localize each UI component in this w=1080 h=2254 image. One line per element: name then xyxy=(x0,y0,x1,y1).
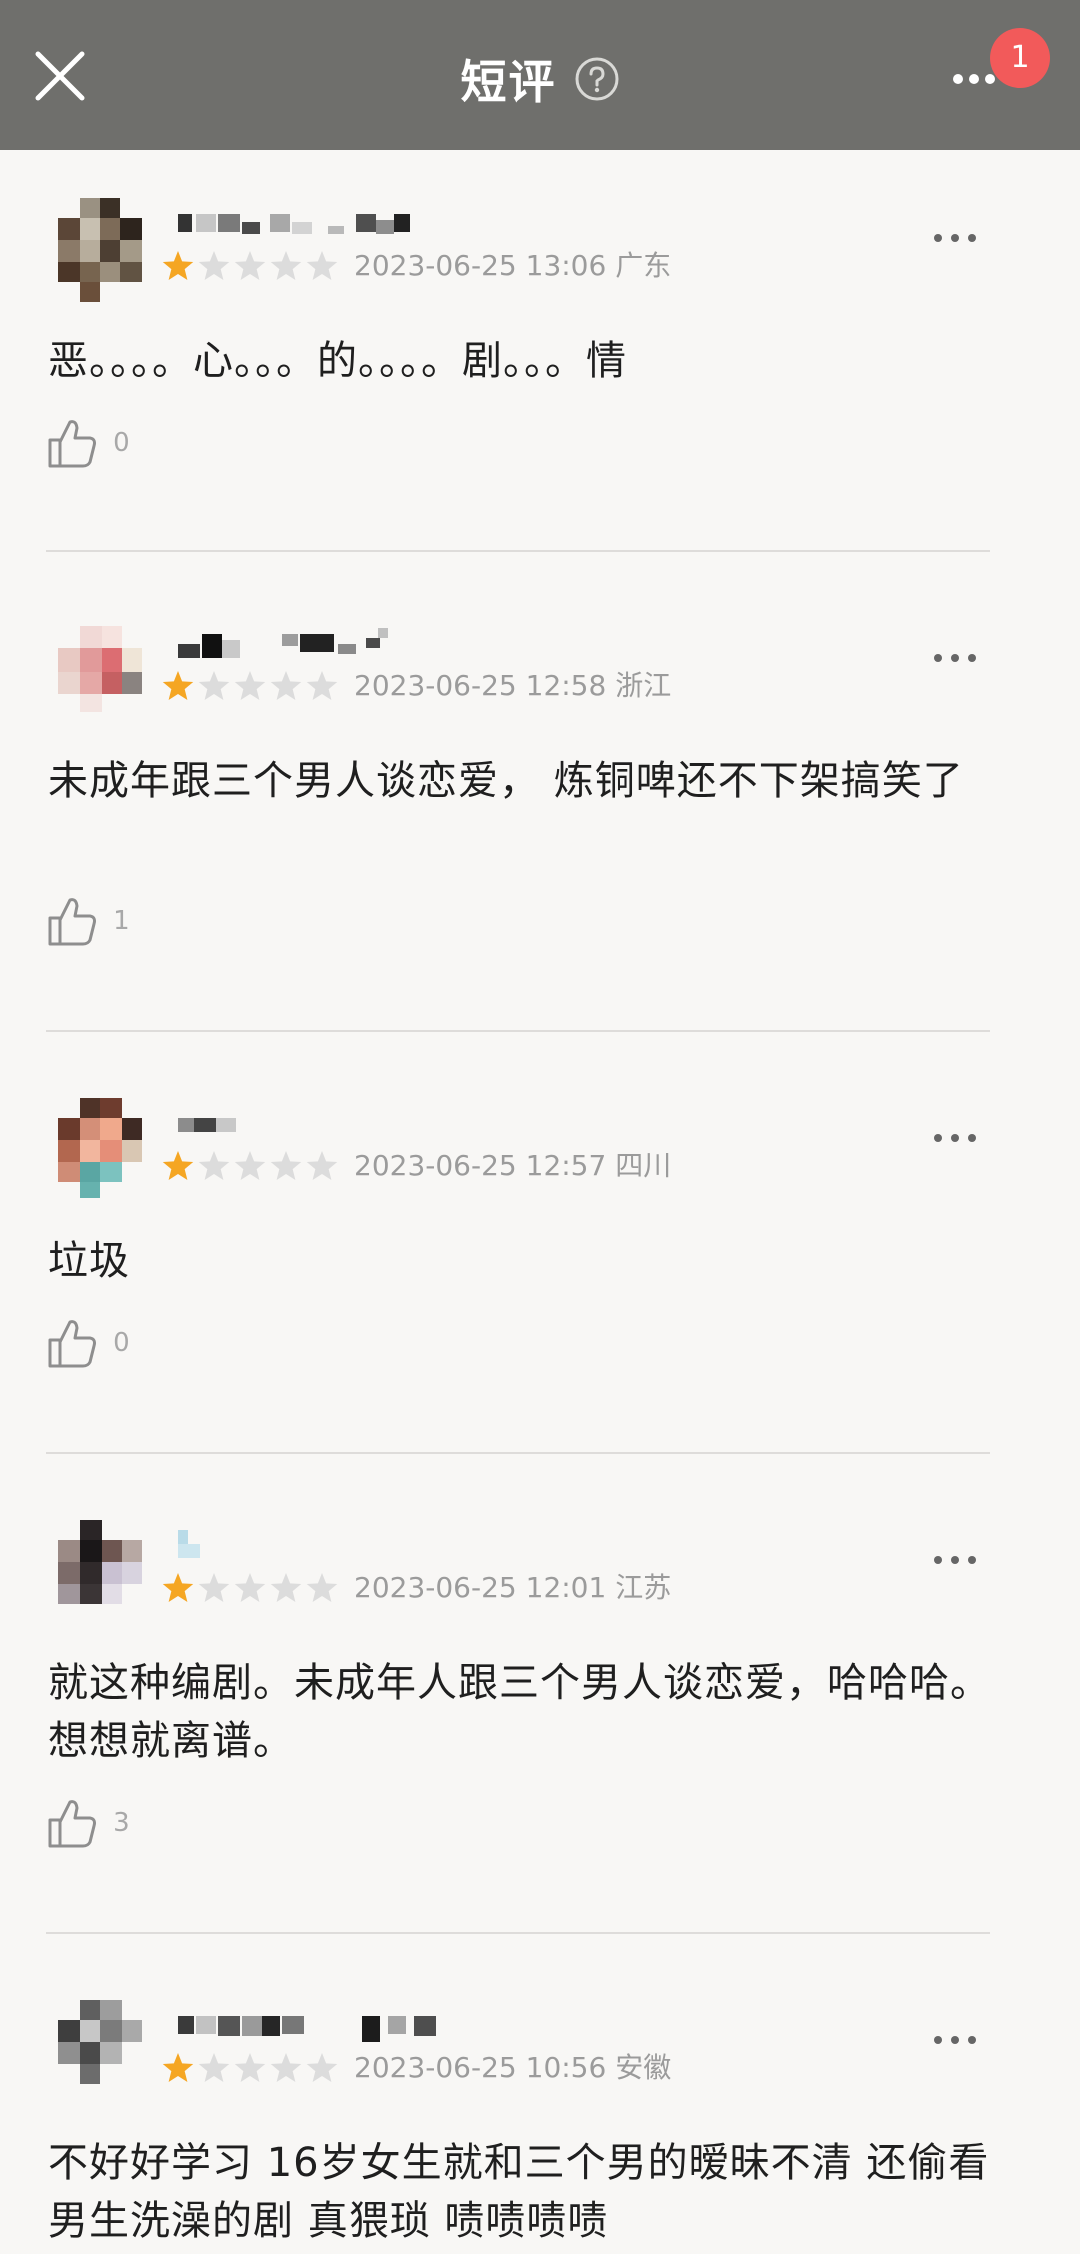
review-meta: 2023-06-25 12:58 浙江 xyxy=(354,669,672,702)
review-more-icon[interactable] xyxy=(930,648,980,668)
review-meta: 2023-06-25 12:57 四川 xyxy=(354,1149,672,1182)
star-empty-icon xyxy=(270,1151,302,1180)
star-empty-icon xyxy=(234,1151,266,1180)
star-empty-icon xyxy=(198,1573,230,1602)
star-rating xyxy=(160,2048,340,2088)
star-empty-icon xyxy=(270,671,302,700)
star-empty-icon xyxy=(270,2053,302,2082)
star-rating xyxy=(160,246,340,286)
avatar[interactable] xyxy=(58,1098,142,1202)
review-meta: 2023-06-25 13:06 广东 xyxy=(354,249,672,282)
thumbs-up-icon xyxy=(48,898,96,946)
like-count: 1 xyxy=(113,906,130,936)
username-censored[interactable] xyxy=(160,1108,498,1142)
star-empty-icon xyxy=(306,251,338,280)
star-filled-icon xyxy=(162,1573,194,1602)
star-empty-icon xyxy=(306,1573,338,1602)
review-more-icon[interactable] xyxy=(930,2030,980,2050)
like-count: 0 xyxy=(113,1328,130,1358)
like-button[interactable]: 0 xyxy=(46,1316,130,1376)
username-censored[interactable] xyxy=(178,208,498,242)
help-icon[interactable] xyxy=(574,56,620,102)
review-meta: 2023-06-25 10:56 安徽 xyxy=(354,2051,672,2084)
star-empty-icon xyxy=(234,1573,266,1602)
star-rating xyxy=(160,1146,340,1186)
star-empty-icon xyxy=(234,2053,266,2082)
star-empty-icon xyxy=(270,1573,302,1602)
star-filled-icon xyxy=(162,251,194,280)
review-content: 不好好学习 16岁女生就和三个男的暧昧不清 还偷看男生洗澡的剧 真猥琐 啧啧啧啧 xyxy=(48,2140,990,2244)
like-count: 3 xyxy=(113,1808,130,1838)
review-content: 垃圾 xyxy=(48,1238,130,1284)
star-filled-icon xyxy=(162,2053,194,2082)
divider xyxy=(46,1452,990,1454)
thumbs-up-icon xyxy=(48,420,96,468)
star-rating xyxy=(160,666,340,706)
divider xyxy=(46,550,990,552)
like-button[interactable]: 3 xyxy=(46,1796,130,1856)
divider xyxy=(46,1030,990,1032)
like-count: 0 xyxy=(113,428,130,458)
thumbs-up-icon xyxy=(48,1320,96,1368)
review-content: 未成年跟三个男人谈恋爱， 炼铜啤还不下架搞笑了 xyxy=(48,758,964,804)
star-empty-icon xyxy=(198,2053,230,2082)
star-empty-icon xyxy=(198,1151,230,1180)
review-meta: 2023-06-25 12:01 江苏 xyxy=(354,1571,672,1604)
review-content: 恶。。。。心。。。的。。。。剧。。。情 xyxy=(48,338,627,384)
star-empty-icon xyxy=(270,251,302,280)
username-censored[interactable] xyxy=(178,2010,498,2044)
star-empty-icon xyxy=(234,251,266,280)
avatar[interactable] xyxy=(58,1520,142,1624)
title-group: 短评 xyxy=(0,46,1080,110)
star-filled-icon xyxy=(162,1151,194,1180)
like-button[interactable]: 0 xyxy=(46,416,130,476)
star-empty-icon xyxy=(306,671,338,700)
avatar[interactable] xyxy=(58,198,142,302)
star-rating xyxy=(160,1568,340,1608)
divider xyxy=(46,1932,990,1934)
thumbs-up-icon xyxy=(48,1800,96,1848)
review-more-icon[interactable] xyxy=(930,1550,980,1570)
review-more-icon[interactable] xyxy=(930,1128,980,1148)
top-bar: 短评 1 xyxy=(0,0,1080,150)
review-more-icon[interactable] xyxy=(930,228,980,248)
star-empty-icon xyxy=(306,2053,338,2082)
star-empty-icon xyxy=(198,671,230,700)
like-button[interactable]: 1 xyxy=(46,894,130,954)
username-censored[interactable] xyxy=(178,628,498,662)
star-empty-icon xyxy=(198,251,230,280)
more-options-icon[interactable] xyxy=(950,64,996,94)
page-title: 短评 xyxy=(460,55,557,109)
review-content: 就这种编剧。未成年人跟三个男人谈恋爱，哈哈哈。想想就离谱。 xyxy=(48,1660,991,1764)
star-empty-icon xyxy=(306,1151,338,1180)
star-empty-icon xyxy=(234,671,266,700)
avatar[interactable] xyxy=(58,2000,142,2104)
username-censored[interactable] xyxy=(178,1530,498,1564)
avatar[interactable] xyxy=(58,618,142,722)
notification-badge[interactable]: 1 xyxy=(990,28,1050,88)
star-filled-icon xyxy=(162,671,194,700)
